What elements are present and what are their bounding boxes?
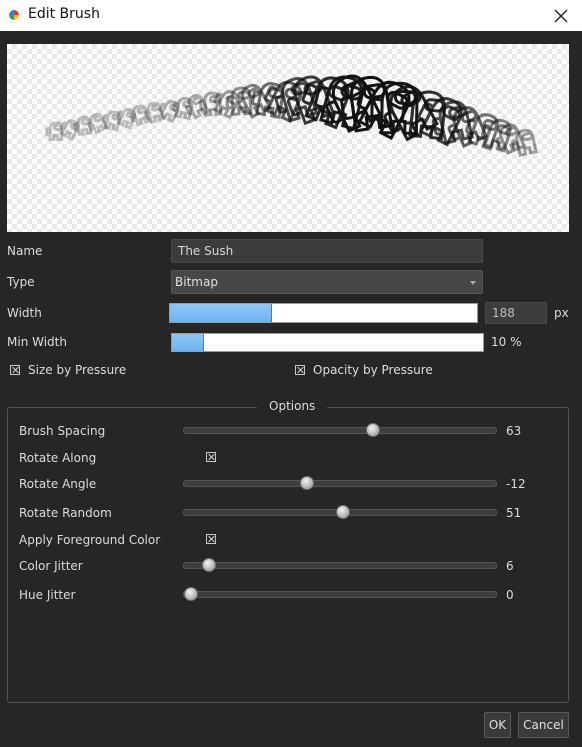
size-by-pressure-checkbox[interactable] (10, 365, 20, 375)
options-group-title: Options (257, 399, 328, 413)
rotate-random-slider-handle[interactable] (336, 505, 350, 519)
brush-stamp (45, 121, 64, 141)
brush-stroke-preview (45, 74, 538, 157)
apply-foreground-color-label: Apply Foreground Color (19, 533, 161, 547)
brush-spacing-label: Brush Spacing (19, 424, 106, 438)
cancel-button[interactable]: Cancel (518, 712, 569, 738)
chevron-down-icon (470, 281, 476, 285)
width-bar[interactable] (169, 303, 478, 323)
rotate-along-checkbox[interactable] (206, 452, 216, 462)
brush-spacing-slider[interactable] (183, 423, 497, 437)
rotate-random-slider[interactable] (183, 505, 497, 519)
hue-jitter-value: 0 (506, 588, 514, 602)
size-by-pressure-label: Size by Pressure (28, 363, 127, 377)
title-bar: Edit Brush (0, 0, 582, 31)
width-bar-fill (170, 304, 272, 322)
apply-foreground-color-checkbox[interactable] (206, 534, 216, 544)
min-width-bar-fill (172, 334, 204, 351)
min-width-bar[interactable] (171, 333, 484, 352)
rotate-angle-slider-handle[interactable] (300, 476, 314, 490)
brush-spacing-slider-handle[interactable] (366, 423, 380, 437)
hue-jitter-slider-handle[interactable] (184, 587, 198, 601)
opacity-by-pressure-label: Opacity by Pressure (313, 363, 433, 377)
width-label: Width (7, 306, 42, 320)
rotate-angle-slider[interactable] (183, 476, 497, 490)
color-jitter-label: Color Jitter (19, 559, 83, 573)
palette-app-icon (6, 7, 22, 23)
type-select-value: Bitmap (175, 275, 218, 289)
rotate-angle-value: -12 (506, 477, 526, 491)
type-label: Type (7, 275, 35, 289)
rotate-angle-label: Rotate Angle (19, 477, 97, 491)
ok-button[interactable]: OK (484, 712, 511, 738)
brush-spacing-value: 63 (506, 424, 522, 438)
close-icon[interactable] (550, 5, 572, 27)
opacity-by-pressure-checkbox[interactable] (295, 365, 305, 375)
width-value-input[interactable]: 188 (485, 302, 547, 324)
rotate-along-label: Rotate Along (19, 451, 97, 465)
type-select[interactable]: Bitmap (171, 270, 483, 294)
name-input[interactable]: The Sush (171, 239, 483, 263)
width-unit: px (554, 306, 569, 320)
name-label: Name (7, 244, 43, 258)
min-width-label: Min Width (7, 335, 67, 349)
color-jitter-slider-handle[interactable] (202, 558, 216, 572)
color-jitter-value: 6 (506, 559, 514, 573)
rotate-random-label: Rotate Random (19, 506, 112, 520)
window-title: Edit Brush (28, 6, 100, 22)
rotate-random-value: 51 (506, 506, 522, 520)
hue-jitter-label: Hue Jitter (19, 588, 76, 602)
color-jitter-slider[interactable] (183, 558, 497, 572)
brush-preview (7, 44, 569, 232)
hue-jitter-slider[interactable] (183, 587, 497, 601)
min-width-value: 10 % (491, 335, 522, 349)
